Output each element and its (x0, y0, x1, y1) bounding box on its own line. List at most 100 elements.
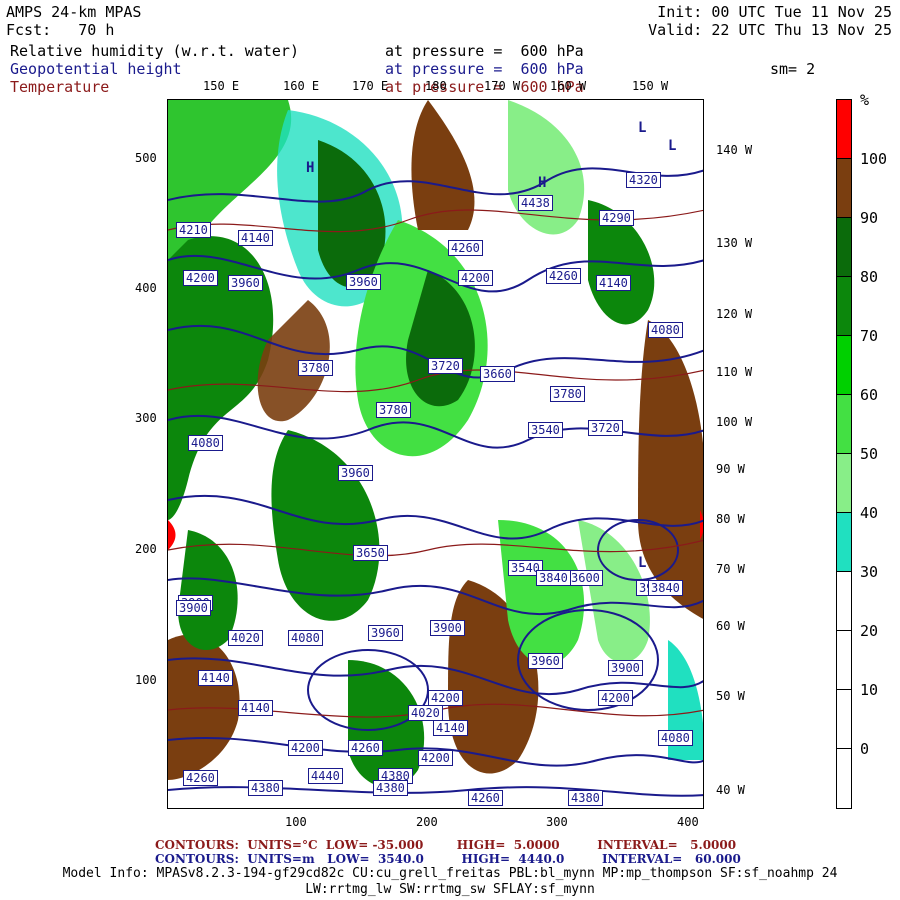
height-label: 4080 (658, 730, 693, 746)
colorbar-label: 20 (860, 622, 879, 640)
y-tick: 400 (135, 281, 157, 295)
height-label: 4438 (518, 195, 553, 211)
height-label: 4020 (228, 630, 263, 646)
height-label: 4140 (238, 230, 273, 246)
height-contour-info: CONTOURS: UNITS=m LOW= 3540.0 HIGH= 4440… (155, 852, 741, 866)
height-label: 4080 (188, 435, 223, 451)
low-pressure-mark: L (638, 555, 647, 571)
height-label: 4200 (418, 750, 453, 766)
low-pressure-mark: L (668, 138, 677, 154)
lon-label-right: 140 W (716, 143, 753, 157)
colorbar-swatch (837, 572, 851, 631)
height-label: 4140 (433, 720, 468, 736)
forecast-map: 4438 4320 4290 4210 4140 4260 4200 4200 4260 4140… (167, 99, 704, 809)
height-label: 3960 (228, 275, 263, 291)
height-label: 4200 (598, 690, 633, 706)
colorbar-swatch (837, 690, 851, 749)
lon-label-right: 60 W (716, 619, 745, 633)
x-tick: 200 (416, 815, 438, 829)
height-label: 4380 (248, 780, 283, 796)
y-tick: 300 (135, 411, 157, 425)
height-label: 4080 (288, 630, 323, 646)
colorbar-label: 90 (860, 209, 879, 227)
height-label: 3780 (550, 386, 585, 402)
height-label: 4020 (408, 705, 443, 721)
smoothing-label: sm= 2 (770, 60, 816, 78)
height-label: 3600 (568, 570, 603, 586)
lon-label-top: 170 E (352, 79, 389, 93)
model-title: AMPS 24-km MPAS (6, 3, 142, 21)
colorbar-swatch (837, 513, 851, 572)
field-rh-level: at pressure = 600 hPa (385, 42, 584, 60)
model-info-line-1: Model Info: MPASv8.2.3-194-gf29cd82c CU:… (62, 866, 838, 881)
forecast-hour: Fcst: 70 h (6, 21, 115, 39)
lon-label-right: 110 W (716, 365, 753, 379)
lon-label-right: 90 W (716, 462, 745, 476)
y-tick: 500 (135, 151, 157, 165)
height-label: 3900 (608, 660, 643, 676)
colorbar-swatch (837, 395, 851, 454)
height-label: 4380 (373, 780, 408, 796)
height-label: 3540 (528, 422, 563, 438)
lon-label-right: 120 W (716, 307, 753, 321)
field-rh-name: Relative humidity (w.r.t. water) (10, 42, 299, 60)
lon-label-top: 180 (425, 79, 447, 93)
colorbar-swatch (837, 749, 851, 808)
lon-label-top: 150 W (632, 79, 669, 93)
height-label: 4210 (176, 222, 211, 238)
high-pressure-mark: H (538, 175, 547, 191)
colorbar-label: 70 (860, 327, 879, 345)
lon-label-right: 100 W (716, 415, 753, 429)
colorbar-swatch (837, 454, 851, 513)
colorbar-swatch (837, 100, 851, 159)
colorbar-swatch (837, 277, 851, 336)
height-label: 3650 (353, 545, 388, 561)
y-tick: 200 (135, 542, 157, 556)
height-label: 4080 (648, 322, 683, 338)
field-temp-name: Temperature (10, 78, 110, 96)
x-tick: 100 (285, 815, 307, 829)
model-info-line-2: LW:rrtmg_lw SW:rrtmg_sw SFLAY:sf_mynn (305, 882, 595, 897)
colorbar (836, 99, 852, 809)
height-label: 4200 (183, 270, 218, 286)
y-tick: 100 (135, 673, 157, 687)
height-label: 4140 (238, 700, 273, 716)
height-label: 3720 (588, 420, 623, 436)
height-label: 4290 (599, 210, 634, 226)
height-label: 3960 (528, 653, 563, 669)
colorbar-label: 60 (860, 386, 879, 404)
colorbar-label: 0 (860, 740, 870, 758)
height-label: 4200 (428, 690, 463, 706)
height-label: 3720 (428, 358, 463, 374)
colorbar-swatch (837, 159, 851, 218)
lon-label-right: 70 W (716, 562, 745, 576)
high-pressure-mark: H (306, 160, 315, 176)
low-pressure-mark: L (638, 120, 647, 136)
height-label: 4200 (288, 740, 323, 756)
colorbar-label: 50 (860, 445, 879, 463)
lon-label-top: 160 E (283, 79, 320, 93)
lon-label-top: 170 W (484, 79, 521, 93)
x-tick: 400 (677, 815, 699, 829)
colorbar-label: 30 (860, 563, 879, 581)
height-label: 3960 (368, 625, 403, 641)
field-hgt-level: at pressure = 600 hPa (385, 60, 584, 78)
init-time: Init: 00 UTC Tue 11 Nov 25 (657, 3, 892, 21)
colorbar-swatch (837, 631, 851, 690)
height-label: 4260 (468, 790, 503, 806)
colorbar-label: 40 (860, 504, 879, 522)
height-label: 3960 (346, 274, 381, 290)
height-label: 3660 (480, 366, 515, 382)
height-label: 4260 (183, 770, 218, 786)
height-label: 3900 (430, 620, 465, 636)
colorbar-label: 10 (860, 681, 879, 699)
x-tick: 300 (546, 815, 568, 829)
lon-label-right: 80 W (716, 512, 745, 526)
lon-label-top: 160 W (550, 79, 587, 93)
height-label: 4140 (198, 670, 233, 686)
height-label: 4140 (596, 275, 631, 291)
height-label: 4260 (348, 740, 383, 756)
height-label: 3900 (176, 600, 211, 616)
colorbar-label: 80 (860, 268, 879, 286)
height-label: 3960 (338, 465, 373, 481)
